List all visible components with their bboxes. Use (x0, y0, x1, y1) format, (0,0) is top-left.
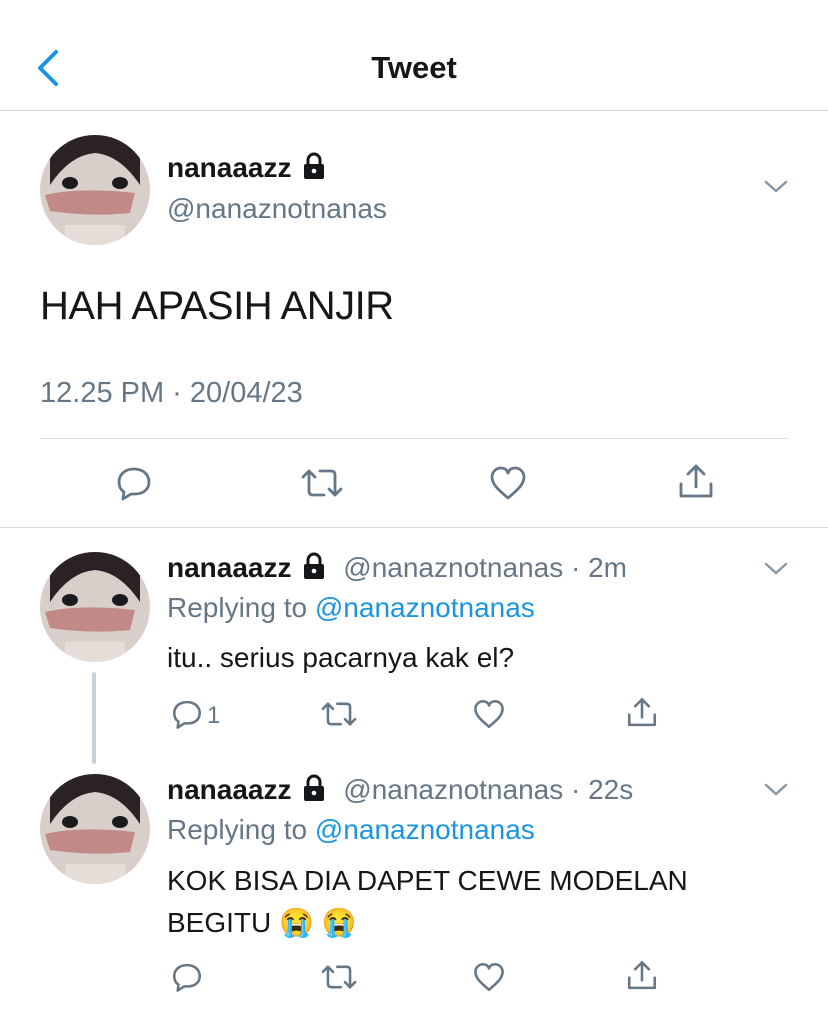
tweet-text-line: KOK BISA DIA DAPET CEWE MODELAN (167, 865, 688, 896)
lock-icon (300, 774, 328, 809)
share-icon (679, 464, 713, 498)
reply-button[interactable] (170, 697, 204, 736)
reply-button[interactable] (170, 960, 204, 999)
like-button[interactable] (472, 697, 506, 736)
reply-time: · 22s (571, 774, 634, 805)
retweet-icon (321, 702, 357, 726)
tweet-timestamp[interactable]: 12.25 PM · 20/04/23 (40, 377, 303, 410)
share-button[interactable] (625, 696, 659, 735)
replying-to: Replying to @nanaznotnanas (167, 814, 535, 846)
share-icon (627, 961, 657, 990)
author-handle: @nanaznotnanas (343, 774, 564, 805)
retweet-button[interactable] (320, 697, 358, 736)
chevron-down-icon (764, 180, 788, 193)
like-button[interactable] (472, 960, 506, 999)
comment-icon (172, 700, 202, 729)
lock-icon (300, 152, 328, 187)
chevron-down-icon (764, 562, 788, 575)
tweet-options-button[interactable] (762, 558, 790, 583)
crying-emoji: 😭 😭 (279, 907, 357, 938)
tweet-text-line-2: BEGITU (167, 907, 272, 938)
tweet-options-button[interactable] (762, 176, 790, 201)
reply-count: 1 (207, 702, 221, 729)
divider (40, 438, 788, 439)
avatar[interactable] (40, 135, 150, 245)
retweet-button[interactable] (300, 463, 344, 508)
display-name: nanaaazz (167, 552, 292, 583)
replying-handle-link[interactable]: @nanaznotnanas (315, 592, 535, 623)
author-name[interactable]: nanaaazz (167, 152, 328, 187)
page-title: Tweet (371, 50, 457, 85)
reply-header[interactable]: nanaaazz @nanaznotnanas · 22s (167, 774, 633, 809)
retweet-icon (301, 469, 343, 497)
reply-button[interactable] (114, 463, 154, 508)
replying-to: Replying to @nanaznotnanas (167, 592, 535, 624)
display-name: nanaaazz (167, 774, 292, 805)
lock-icon (300, 552, 328, 587)
heart-icon (490, 466, 526, 500)
reply-time: · 2m (571, 552, 627, 583)
tweet-text: itu.. serius pacarnya kak el? (167, 642, 515, 673)
chevron-down-icon (764, 783, 788, 796)
reply-header[interactable]: nanaaazz @nanaznotnanas · 2m (167, 552, 627, 587)
tweet-options-button[interactable] (762, 779, 790, 804)
share-button[interactable] (625, 959, 659, 998)
thread-line (92, 672, 96, 764)
tweet-text: KOK BISA DIA DAPET CEWE MODELAN BEGITU 😭… (167, 860, 767, 944)
heart-icon (474, 962, 504, 992)
like-button[interactable] (488, 463, 528, 508)
tweet-text-line: BEGITU 😭 😭 (167, 902, 767, 944)
author-handle: @nanaznotnanas (343, 552, 564, 583)
share-button[interactable] (676, 462, 716, 507)
tweet-text: HAH APASIH ANJIR (40, 284, 394, 328)
replying-label: Replying to (167, 814, 308, 845)
display-name: nanaaazz (167, 152, 292, 183)
retweet-icon (321, 965, 357, 989)
share-icon (627, 698, 657, 727)
author-handle[interactable]: @nanaznotnanas (167, 193, 387, 225)
heart-icon (474, 699, 504, 729)
replying-label: Replying to (167, 592, 308, 623)
comment-icon (172, 963, 202, 992)
avatar[interactable] (40, 774, 150, 884)
divider (0, 527, 828, 528)
comment-icon (117, 467, 151, 501)
retweet-button[interactable] (320, 960, 358, 999)
top-bar: Tweet (0, 0, 828, 111)
avatar[interactable] (40, 552, 150, 662)
replying-handle-link[interactable]: @nanaznotnanas (315, 814, 535, 845)
